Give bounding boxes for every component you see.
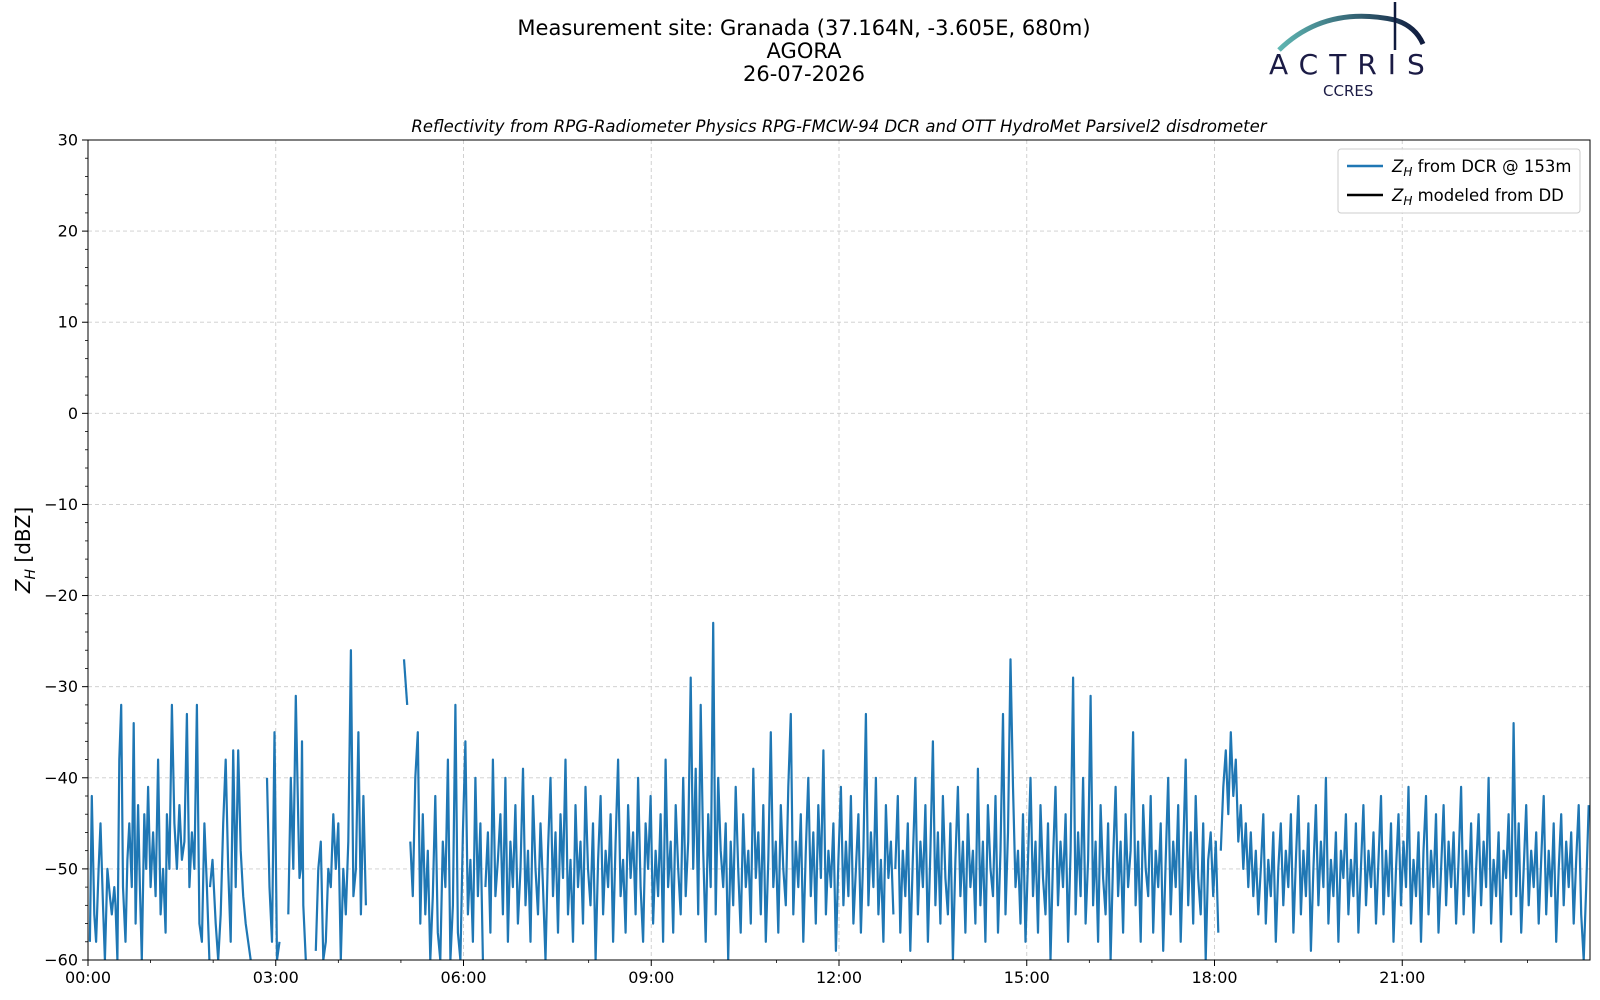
chart-title: Reflectivity from RPG-Radiometer Physics… bbox=[411, 117, 1267, 136]
legend-label: ZH from DCR @ 153m bbox=[1391, 157, 1571, 179]
series-0-line bbox=[1219, 721, 1590, 960]
y-tick-label: −20 bbox=[44, 586, 78, 605]
series-0-line bbox=[314, 649, 367, 960]
series-0-line bbox=[208, 749, 252, 960]
x-tick-label: 03:00 bbox=[253, 968, 299, 987]
series-0-line bbox=[894, 658, 1220, 960]
y-tick-label: 30 bbox=[58, 131, 78, 150]
x-tick-label: 15:00 bbox=[1004, 968, 1050, 987]
x-tick-label: 12:00 bbox=[816, 968, 862, 987]
y-tick-label: 10 bbox=[58, 313, 78, 332]
x-tick-label: 21:00 bbox=[1379, 968, 1425, 987]
x-tick-label: 06:00 bbox=[440, 968, 486, 987]
series-0-line bbox=[88, 703, 211, 960]
x-tick-label: 18:00 bbox=[1191, 968, 1237, 987]
series-0-line bbox=[402, 659, 409, 705]
series-0-line bbox=[265, 731, 281, 960]
y-tick-label: −50 bbox=[44, 859, 78, 878]
x-tick-label: 00:00 bbox=[65, 968, 111, 987]
y-axis-label: ZH [dBZ] bbox=[11, 507, 39, 594]
y-tick-label: 0 bbox=[68, 404, 78, 423]
series-0-line bbox=[287, 694, 307, 960]
series-0-line bbox=[484, 621, 895, 960]
y-tick-label: −60 bbox=[44, 951, 78, 970]
y-tick-label: −40 bbox=[44, 768, 78, 787]
reflectivity-chart: Reflectivity from RPG-Radiometer Physics… bbox=[11, 117, 1591, 987]
y-tick-label: −10 bbox=[44, 495, 78, 514]
series-0-line bbox=[409, 703, 484, 960]
y-tick-label: −30 bbox=[44, 677, 78, 696]
x-tick-label: 09:00 bbox=[628, 968, 674, 987]
y-tick-label: 20 bbox=[58, 222, 78, 241]
legend-label: ZH modeled from DD bbox=[1391, 186, 1564, 208]
